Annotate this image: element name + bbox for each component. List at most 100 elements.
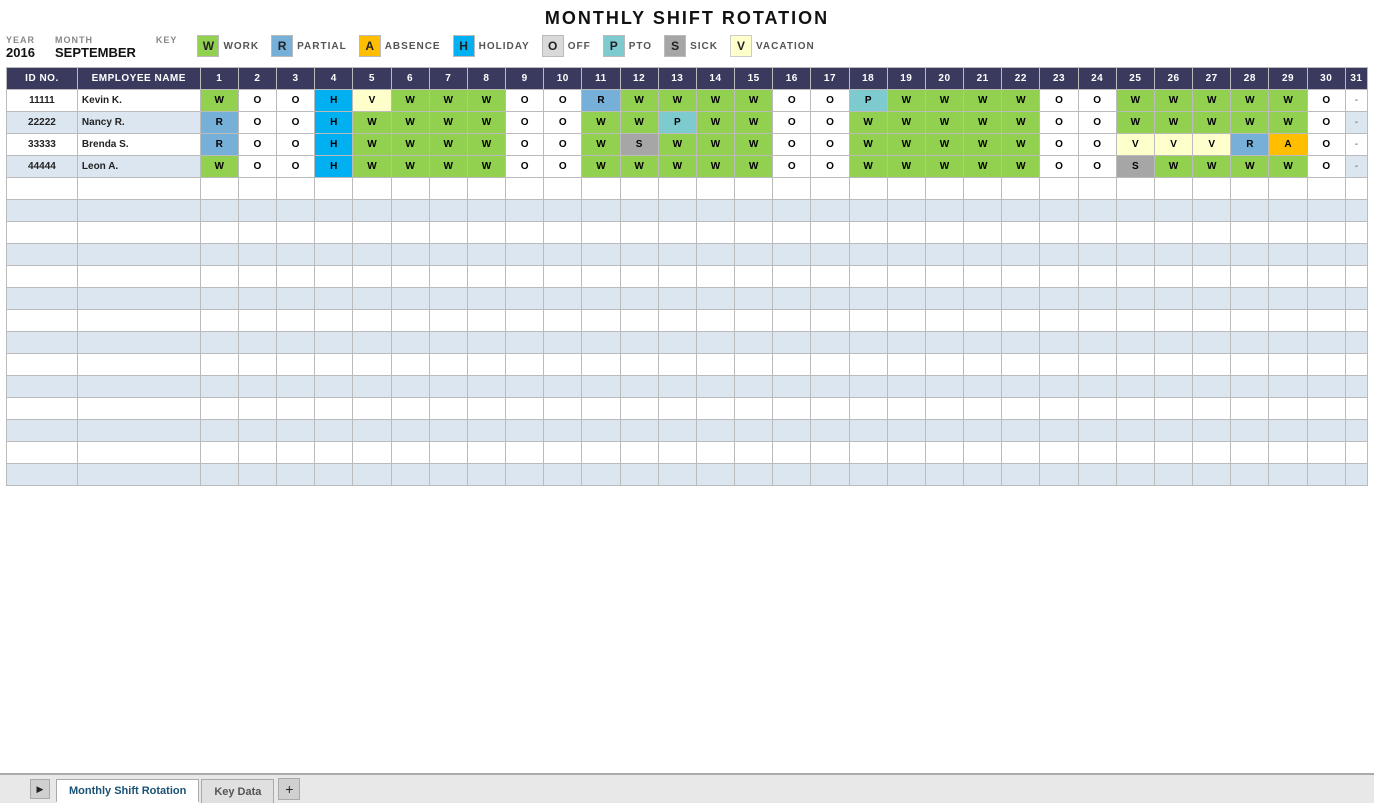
cell-day: W	[887, 90, 925, 112]
header-day-18: 18	[849, 68, 887, 90]
empty-cell	[238, 332, 276, 354]
cell-day: W	[735, 156, 773, 178]
empty-cell	[1002, 222, 1040, 244]
empty-cell	[1231, 464, 1269, 486]
empty-cell	[1002, 178, 1040, 200]
empty-cell	[467, 244, 505, 266]
cell-day: W	[1116, 90, 1154, 112]
empty-cell	[1154, 178, 1192, 200]
empty-cell	[735, 332, 773, 354]
cell-day: W	[582, 134, 620, 156]
empty-cell	[964, 398, 1002, 420]
empty-cell	[544, 178, 582, 200]
sheet-tab-1[interactable]: Key Data	[201, 779, 274, 803]
cell-day: W	[849, 156, 887, 178]
empty-cell	[200, 178, 238, 200]
empty-cell	[7, 332, 78, 354]
empty-cell	[1231, 332, 1269, 354]
cell-day: W	[925, 90, 963, 112]
empty-cell	[7, 266, 78, 288]
legend-label-r: PARTIAL	[297, 41, 347, 52]
empty-cell	[506, 288, 544, 310]
empty-cell	[1345, 442, 1367, 464]
empty-cell	[1307, 442, 1345, 464]
empty-cell	[238, 442, 276, 464]
empty-cell	[429, 200, 467, 222]
empty-cell	[315, 288, 353, 310]
cell-day: W	[1269, 90, 1307, 112]
header-day-5: 5	[353, 68, 391, 90]
header-day-14: 14	[696, 68, 734, 90]
header-day-8: 8	[467, 68, 505, 90]
empty-cell	[849, 376, 887, 398]
cell-day: W	[964, 134, 1002, 156]
empty-cell	[1307, 398, 1345, 420]
empty-cell	[582, 222, 620, 244]
legend-badge-a: A	[359, 35, 381, 57]
add-sheet-button[interactable]: +	[278, 778, 300, 800]
empty-cell	[735, 354, 773, 376]
empty-cell	[1078, 200, 1116, 222]
cell-day: O	[811, 112, 849, 134]
empty-cell	[582, 354, 620, 376]
cell-day: W	[391, 90, 429, 112]
empty-cell	[1269, 442, 1307, 464]
cell-day: W	[1231, 112, 1269, 134]
empty-cell	[964, 332, 1002, 354]
empty-cell	[811, 200, 849, 222]
empty-cell	[1193, 376, 1231, 398]
page-title: MONTHLY SHIFT ROTATION	[6, 8, 1368, 29]
empty-cell	[811, 288, 849, 310]
empty-cell	[353, 420, 391, 442]
empty-cell	[353, 442, 391, 464]
empty-cell	[429, 288, 467, 310]
empty-cell	[849, 178, 887, 200]
empty-cell	[1002, 398, 1040, 420]
empty-cell	[200, 376, 238, 398]
empty-cell	[1231, 200, 1269, 222]
empty-cell	[849, 222, 887, 244]
cell-id: 22222	[7, 112, 78, 134]
cell-day: O	[238, 134, 276, 156]
empty-cell	[1040, 442, 1078, 464]
cell-day: O	[1040, 90, 1078, 112]
empty-cell	[200, 244, 238, 266]
table-row	[7, 420, 1368, 442]
empty-cell	[7, 310, 78, 332]
empty-cell	[773, 266, 811, 288]
header-day-27: 27	[1193, 68, 1231, 90]
header-day-16: 16	[773, 68, 811, 90]
empty-cell	[773, 200, 811, 222]
empty-cell	[1078, 266, 1116, 288]
empty-cell	[811, 244, 849, 266]
empty-cell	[773, 222, 811, 244]
cell-day: V	[1116, 134, 1154, 156]
empty-cell	[1231, 244, 1269, 266]
empty-cell	[620, 420, 658, 442]
empty-cell	[1193, 442, 1231, 464]
cell-day: W	[1154, 156, 1192, 178]
cell-day: O	[506, 90, 544, 112]
cell-day: W	[1269, 112, 1307, 134]
empty-cell	[964, 354, 1002, 376]
cell-day: W	[391, 156, 429, 178]
empty-cell	[773, 332, 811, 354]
empty-cell	[200, 354, 238, 376]
empty-cell	[467, 222, 505, 244]
empty-cell	[811, 420, 849, 442]
shift-table: ID NO.EMPLOYEE NAME123456789101112131415…	[6, 67, 1368, 486]
empty-cell	[7, 222, 78, 244]
sheet-tab-0[interactable]: Monthly Shift Rotation	[56, 779, 199, 803]
cell-day: W	[964, 156, 1002, 178]
empty-cell	[1040, 178, 1078, 200]
empty-cell	[391, 266, 429, 288]
empty-cell	[1116, 376, 1154, 398]
tab-nav-button[interactable]: ▶	[30, 779, 50, 799]
empty-cell	[964, 420, 1002, 442]
empty-cell	[1078, 420, 1116, 442]
empty-cell	[276, 310, 314, 332]
cell-day: W	[353, 156, 391, 178]
empty-cell	[1002, 332, 1040, 354]
cell-day: W	[735, 134, 773, 156]
empty-cell	[1269, 310, 1307, 332]
